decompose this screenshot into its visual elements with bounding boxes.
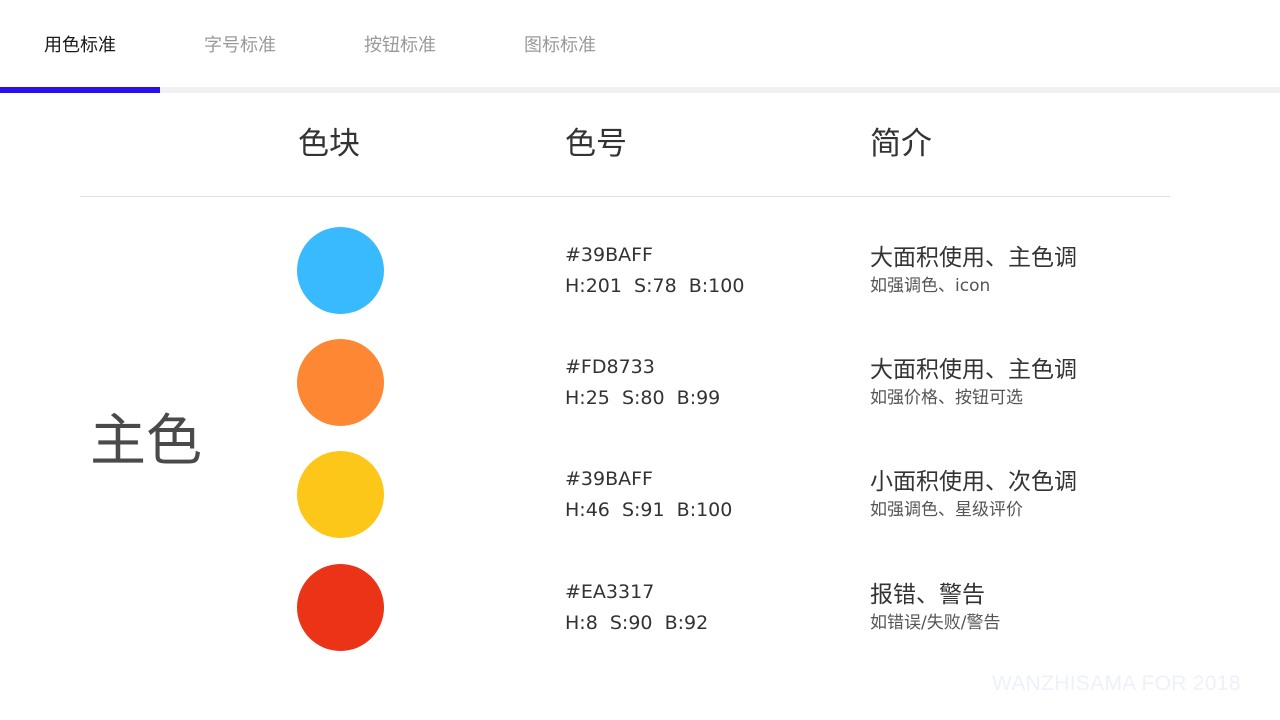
color-swatch [297,451,384,538]
usage-title: 大面积使用、主色调 [870,357,1077,383]
color-row: #39BAFF H:46 S:91 B:100 小面积使用、次色调 如强调色、星… [0,451,1280,551]
tab-track [0,87,1280,93]
header-color-code: 色号 [565,126,627,162]
header-swatch: 色块 [298,126,360,162]
hex-code: #39BAFF [565,468,653,490]
usage-title: 报错、警告 [870,582,985,608]
usage-title: 大面积使用、主色调 [870,245,1077,271]
usage-example: 如强调色、icon [870,276,991,296]
hex-code: #FD8733 [565,356,655,378]
color-row: #EA3317 H:8 S:90 B:92 报错、警告 如错误/失败/警告 [0,564,1280,664]
hsb-values: H:201 S:78 B:100 [565,275,745,297]
tab-button-standard[interactable]: 按钮标准 [320,34,480,58]
hsb-values: H:8 S:90 B:92 [565,612,709,634]
tab-color-standard[interactable]: 用色标准 [0,34,160,58]
header-description: 简介 [870,126,932,162]
color-swatch [297,564,384,651]
color-row: #39BAFF H:201 S:78 B:100 大面积使用、主色调 如强调色、… [0,227,1280,327]
tab-icon-standard[interactable]: 图标标准 [480,34,640,58]
usage-example: 如强价格、按钮可选 [870,388,1023,408]
tab-bar: 用色标准 字号标准 按钮标准 图标标准 [0,0,1280,93]
header-divider [80,196,1170,197]
hsb-values: H:25 S:80 B:99 [565,387,721,409]
color-row: #FD8733 H:25 S:80 B:99 大面积使用、主色调 如强价格、按钮… [0,339,1280,439]
hex-code: #EA3317 [565,581,655,603]
usage-example: 如错误/失败/警告 [870,613,1001,633]
usage-title: 小面积使用、次色调 [870,469,1077,495]
hsb-values: H:46 S:91 B:100 [565,499,733,521]
color-swatch [297,339,384,426]
watermark: WANZHISAMA FOR 2018 [992,672,1241,695]
tab-active-indicator [0,87,160,93]
color-swatch [297,227,384,314]
tab-font-size-standard[interactable]: 字号标准 [160,34,320,58]
usage-example: 如强调色、星级评价 [870,500,1023,520]
hex-code: #39BAFF [565,244,653,266]
